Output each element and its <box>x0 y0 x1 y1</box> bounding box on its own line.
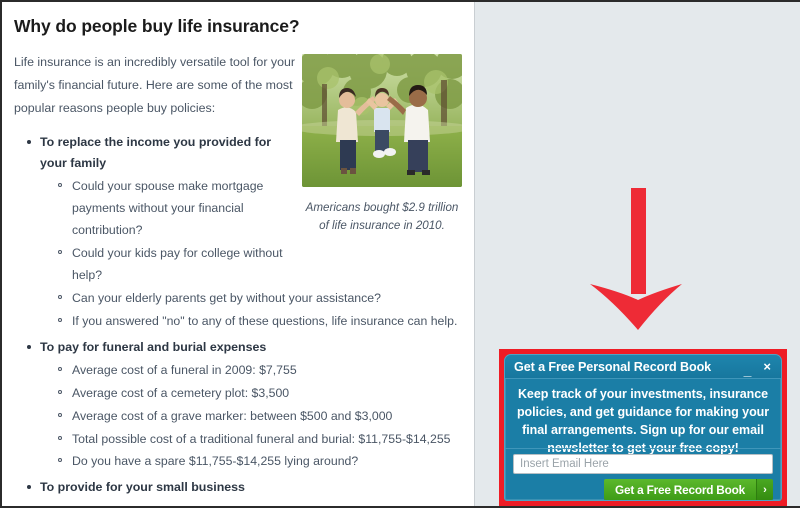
sub-bullet-icon <box>58 294 62 299</box>
sub-item-text: Average cost of a funeral in 2009: $7,75… <box>72 362 297 377</box>
down-arrow-icon <box>590 188 682 330</box>
sub-item-text: Average cost of a grave marker: between … <box>72 408 393 423</box>
reasons-list: To replace the income you provided for y… <box>12 132 462 506</box>
list-item: Could your spouse make mortgage payments… <box>58 176 462 242</box>
list-item: Could you afford to buy a partner's shar… <box>72 501 462 506</box>
sub-bullet-icon <box>58 389 62 394</box>
list-item: To replace the income you provided for y… <box>27 132 462 333</box>
email-field[interactable] <box>513 454 773 474</box>
section-heading: To replace the income you provided for y… <box>40 134 272 171</box>
list-item: Average cost of a funeral in 2009: $7,75… <box>58 360 462 382</box>
list-item: Average cost of a cemetery plot: $3,500 <box>58 383 462 405</box>
sub-item-text: Could your spouse make mortgage payments… <box>72 179 264 238</box>
popup-title: Get a Free Personal Record Book <box>514 359 712 374</box>
sub-bullet-icon <box>58 366 62 371</box>
section-heading: To pay for funeral and burial expenses <box>40 339 267 354</box>
sub-list: Could you afford to buy a partner's shar… <box>40 501 462 506</box>
sub-item-text: Can your elderly parents get by without … <box>72 290 381 305</box>
sub-item-text: Do you have a spare $11,755-$14,255 lyin… <box>72 454 359 469</box>
list-item: Average cost of a grave marker: between … <box>58 406 462 428</box>
bullet-icon <box>27 139 31 144</box>
popup-message: Keep track of your investments, insuranc… <box>516 387 770 456</box>
submit-button-label: Get a Free Record Book <box>604 479 756 500</box>
browser-viewport: Why do people buy life insurance? Life i… <box>0 0 800 508</box>
sub-item-text: Total possible cost of a traditional fun… <box>72 431 451 446</box>
popup-header: Get a Free Personal Record Book _ × <box>505 355 781 379</box>
page-title: Why do people buy life insurance? <box>14 16 300 36</box>
bullet-icon <box>27 344 31 349</box>
sub-bullet-icon <box>58 412 62 417</box>
sub-item-text: If you answered "no" to any of these que… <box>72 313 458 328</box>
get-free-record-book-button[interactable]: Get a Free Record Book › <box>604 479 773 500</box>
intro-paragraph: Life insurance is an incredibly versatil… <box>14 55 295 115</box>
list-item: To provide for your small business Could… <box>27 477 462 506</box>
list-item: Could your kids pay for college without … <box>58 243 462 287</box>
list-item: To pay for funeral and burial expenses A… <box>27 337 462 474</box>
sub-item-text: Could you afford to buy a partner's shar… <box>72 504 450 506</box>
list-item: If you answered "no" to any of these que… <box>58 311 462 333</box>
minimize-icon[interactable]: _ <box>740 363 756 377</box>
list-item: Total possible cost of a traditional fun… <box>58 429 462 451</box>
sub-item-text: Could your kids pay for college without … <box>72 246 283 282</box>
submit-row: Get a Free Record Book › <box>513 479 773 500</box>
sub-bullet-icon <box>58 183 62 188</box>
chevron-right-icon: › <box>756 479 773 500</box>
bullet-icon <box>27 485 31 490</box>
sub-bullet-icon <box>58 435 62 440</box>
sub-bullet-icon <box>58 317 62 322</box>
article-content: Why do people buy life insurance? Life i… <box>2 2 475 506</box>
record-book-signup-popup: Get a Free Personal Record Book _ × Keep… <box>504 354 782 501</box>
signup-form: Get a Free Record Book › <box>505 448 781 500</box>
close-icon[interactable]: × <box>759 360 775 373</box>
sub-bullet-icon <box>58 458 62 463</box>
popup-highlight-box: Get a Free Personal Record Book _ × Keep… <box>499 349 787 506</box>
section-heading: To provide for your small business <box>40 480 245 495</box>
sub-list: Average cost of a funeral in 2009: $7,75… <box>40 360 462 473</box>
list-item: Can your elderly parents get by without … <box>58 288 462 310</box>
sub-list: Could your spouse make mortgage payments… <box>40 176 462 332</box>
list-item: Do you have a spare $11,755-$14,255 lyin… <box>58 451 462 473</box>
sub-bullet-icon <box>58 250 62 255</box>
sub-item-text: Average cost of a cemetery plot: $3,500 <box>72 385 290 400</box>
